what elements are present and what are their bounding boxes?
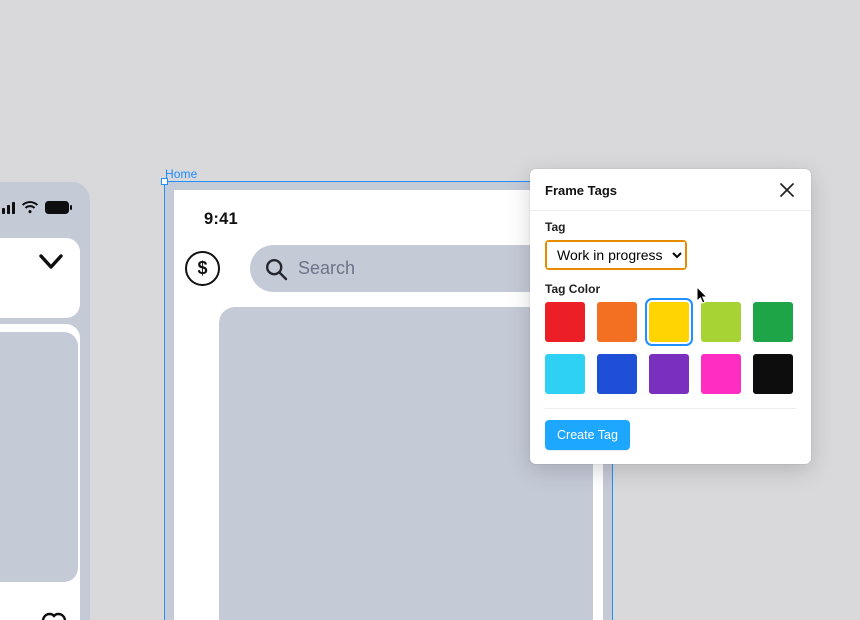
- popover-title: Frame Tags: [545, 183, 617, 198]
- selection-handle[interactable]: [161, 178, 168, 185]
- battery-icon: [45, 201, 72, 214]
- color-swatch-orange[interactable]: [597, 302, 637, 342]
- currency-button[interactable]: $: [185, 251, 220, 286]
- cellular-icon: [0, 202, 15, 214]
- wifi-icon: [21, 201, 39, 214]
- search-icon: [264, 257, 288, 281]
- dollar-icon: $: [197, 258, 207, 279]
- color-swatch-cyan[interactable]: [545, 354, 585, 394]
- heart-icon[interactable]: [40, 612, 68, 620]
- color-swatch-red[interactable]: [545, 302, 585, 342]
- tag-select-wrap: Work in progress: [545, 240, 687, 270]
- color-swatch-magenta[interactable]: [701, 354, 741, 394]
- status-time: 9:41: [204, 210, 238, 229]
- popover-header: Frame Tags: [530, 169, 811, 211]
- status-bar-left: [0, 201, 72, 214]
- create-tag-button[interactable]: Create Tag: [545, 420, 630, 450]
- frame-tags-popover: Frame Tags Tag Work in progress Tag Colo…: [530, 169, 811, 464]
- color-swatch-green[interactable]: [753, 302, 793, 342]
- close-button[interactable]: [778, 181, 796, 199]
- chevron-down-icon[interactable]: [39, 254, 63, 275]
- color-swatch-yellow[interactable]: [649, 302, 689, 342]
- artboard-secondary[interactable]: [0, 182, 90, 620]
- card-placeholder: [0, 332, 78, 582]
- color-swatch-black[interactable]: [753, 354, 793, 394]
- tag-select[interactable]: Work in progress: [547, 242, 685, 268]
- frame-label[interactable]: Home: [165, 167, 197, 181]
- search-placeholder: Search: [298, 258, 355, 279]
- tag-label: Tag: [545, 220, 796, 234]
- header-sheet: [0, 238, 80, 318]
- color-swatch-blue[interactable]: [597, 354, 637, 394]
- color-swatch-purple[interactable]: [649, 354, 689, 394]
- close-icon: [780, 183, 794, 197]
- tag-color-label: Tag Color: [545, 282, 796, 296]
- color-swatch-lime[interactable]: [701, 302, 741, 342]
- color-grid: [545, 302, 796, 409]
